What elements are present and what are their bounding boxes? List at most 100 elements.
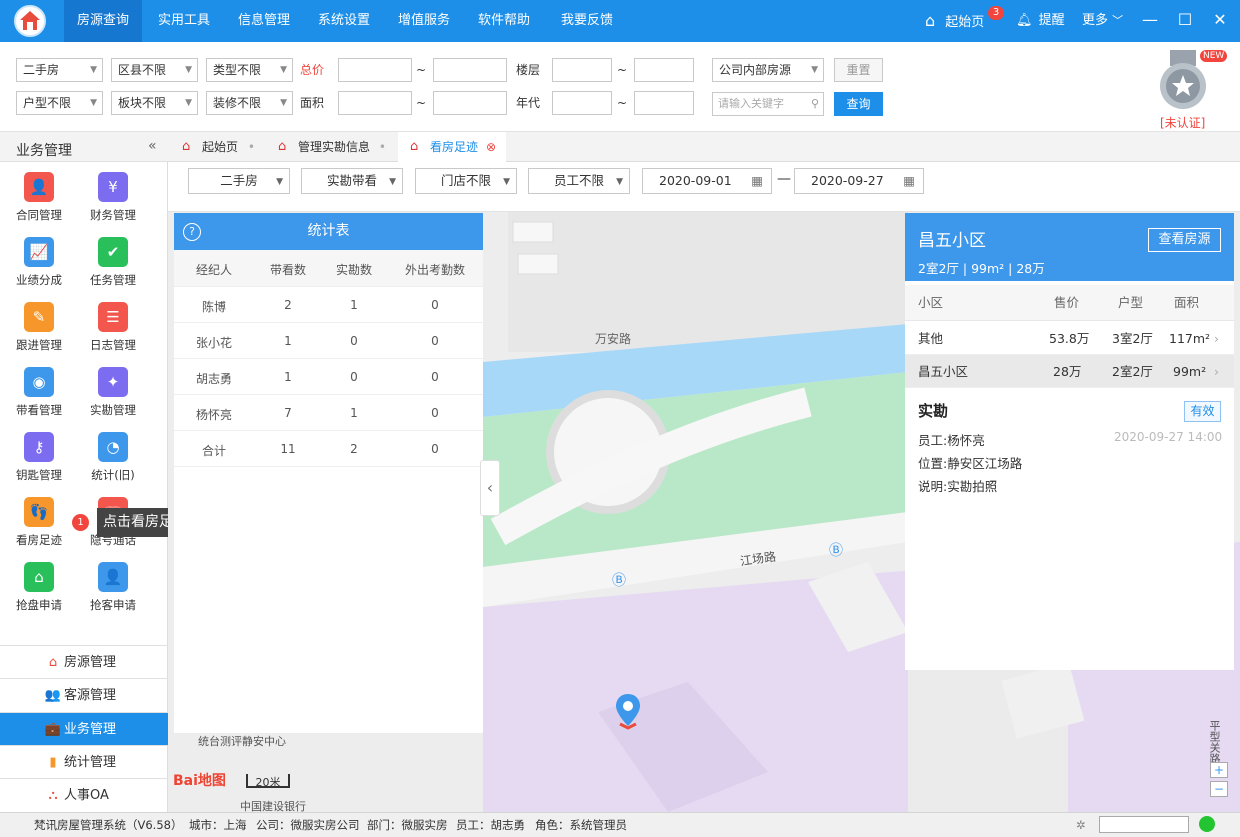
sidebar-collapse-icon[interactable]: « <box>148 138 157 154</box>
view-house-button[interactable]: 查看房源 <box>1148 228 1221 252</box>
district-value: 区县不限 <box>118 63 167 77</box>
sidebar-title: 业务管理 <box>16 143 72 159</box>
table-row[interactable]: 昌五小区 28万 2室2厅 99m² › <box>905 355 1234 388</box>
menu-tools[interactable]: 实用工具 <box>145 0 223 42</box>
key-icon: ⚷ <box>24 432 54 462</box>
help-icon[interactable]: ? <box>183 223 201 241</box>
tab-footprint[interactable]: ⌂ 看房足迹 ⊗ <box>398 132 506 162</box>
zoom-in-button[interactable]: + <box>1210 762 1228 778</box>
grab-client-icon: 👤 <box>98 562 128 592</box>
sidebar-item[interactable]: ☰ 日志管理 <box>78 302 148 367</box>
layout-select[interactable]: 户型不限 ▼ <box>16 91 103 115</box>
sidebar-item[interactable]: ✦ 实勘管理 <box>78 367 148 432</box>
tab-survey-info[interactable]: ⌂ 管理实勘信息 • <box>266 132 396 162</box>
menu-info[interactable]: 信息管理 <box>225 0 303 42</box>
sidebar-item[interactable]: ¥ 财务管理 <box>78 172 148 237</box>
map-pin-icon[interactable] <box>614 692 642 732</box>
tab-label: 管理实勘信息 <box>298 140 371 154</box>
module-label: 业务管理 <box>64 722 117 737</box>
status-input[interactable] <box>1099 816 1189 833</box>
menu-settings[interactable]: 系统设置 <box>305 0 383 42</box>
price-label: 总价 <box>300 63 325 77</box>
baidu-map-logo: Bai地图 <box>173 773 226 789</box>
stats-col-header: 实勘数 <box>335 263 372 277</box>
tab-home[interactable]: ⌂ 起始页 • <box>170 132 265 162</box>
module-business[interactable]: 💼 业务管理 <box>0 712 168 745</box>
row-price: 53.8万 <box>1049 331 1090 346</box>
sidebar-item[interactable]: ⌂ 抢盘申请 <box>4 562 74 627</box>
price-max-input[interactable] <box>433 58 507 82</box>
sidebar-item[interactable]: ✔ 任务管理 <box>78 237 148 302</box>
task-icon: ✔ <box>98 237 128 267</box>
sidebar-item-label: 带看管理 <box>16 403 62 417</box>
tab-close-icon[interactable]: ⊗ <box>486 132 496 162</box>
sidebar-item[interactable]: 👣 看房足迹 <box>4 497 74 562</box>
menu-house-search[interactable]: 房源查询 <box>64 0 142 42</box>
block-select[interactable]: 板块不限 ▼ <box>111 91 198 115</box>
module-house[interactable]: ⌂ 房源管理 <box>0 645 168 678</box>
detail-col-header: 小区 <box>918 295 944 310</box>
sub-mode-select[interactable]: 实勘带看 ▼ <box>301 168 403 194</box>
house-type-select[interactable]: 二手房 ▼ <box>16 58 103 82</box>
minimize-button[interactable]: — <box>1140 10 1160 30</box>
unverified-label: [未认证] <box>1160 116 1206 130</box>
keyword-input[interactable]: 请输入关键字 ⚲ <box>712 92 824 116</box>
sidebar-item[interactable]: ✎ 跟进管理 <box>4 302 74 367</box>
close-button[interactable]: ✕ <box>1210 10 1230 30</box>
sub-type-select[interactable]: 二手房 ▼ <box>188 168 290 194</box>
sidebar-item[interactable]: 👤 抢客申请 <box>78 562 148 627</box>
sidebar-item[interactable]: ⚷ 钥匙管理 <box>4 432 74 497</box>
table-cell: 0 <box>350 334 358 348</box>
menu-help[interactable]: 软件帮助 <box>465 0 543 42</box>
category-select[interactable]: 类型不限 ▼ <box>206 58 293 82</box>
module-hr-oa[interactable]: ⛬ 人事OA <box>0 778 168 812</box>
sidebar-item[interactable]: 📈 业绩分成 <box>4 237 74 302</box>
date-from-input[interactable]: 2020-09-01 ▦ <box>642 168 772 194</box>
range-tilde: ~ <box>617 96 628 110</box>
floor-min-input[interactable] <box>552 58 612 82</box>
menu-feedback[interactable]: 我要反馈 <box>547 0 627 42</box>
maximize-button[interactable]: ☐ <box>1175 10 1195 30</box>
date-to-input[interactable]: 2020-09-27 ▦ <box>794 168 924 194</box>
decoration-value: 装修不限 <box>213 96 262 110</box>
sidebar-item-label: 业绩分成 <box>16 273 62 287</box>
survey-icon: ✦ <box>98 367 128 397</box>
sidebar-item[interactable]: ◔ 统计(旧) <box>78 432 148 497</box>
calendar-icon[interactable]: ▦ <box>751 169 763 193</box>
tab-label: 看房足迹 <box>430 140 479 154</box>
more-button[interactable]: 更多 ﹀ <box>1082 0 1123 42</box>
staff-select[interactable]: 员工不限 ▼ <box>528 168 630 194</box>
bar-chart-icon: ▮ <box>49 755 57 770</box>
calendar-icon[interactable]: ▦ <box>903 169 915 193</box>
table-row[interactable]: 其他 53.8万 3室2厅 117m² › <box>905 322 1234 355</box>
area-max-input[interactable] <box>433 91 507 115</box>
home-link[interactable]: ⌂ 起始页 <box>925 0 984 42</box>
row-layout: 3室2厅 <box>1112 331 1153 346</box>
price-min-input[interactable] <box>338 58 412 82</box>
sidebar-item[interactable]: ◉ 带看管理 <box>4 367 74 432</box>
module-clients[interactable]: 👥 客源管理 <box>0 678 168 711</box>
row-layout: 2室2厅 <box>1112 364 1153 379</box>
area-min-input[interactable] <box>338 91 412 115</box>
sidebar-item[interactable]: 👤 合同管理 <box>4 172 74 237</box>
floor-max-input[interactable] <box>634 58 694 82</box>
menu-value-added[interactable]: 增值服务 <box>385 0 463 42</box>
decoration-select[interactable]: 装修不限 ▼ <box>206 91 293 115</box>
dropdown-arrow-icon: ▼ <box>185 98 192 108</box>
house-icon: ⌂ <box>278 139 287 154</box>
year-min-input[interactable] <box>552 91 612 115</box>
reset-button[interactable]: 重置 <box>834 58 883 82</box>
stats-title: 统计表 <box>174 213 483 250</box>
store-select[interactable]: 门店不限 ▼ <box>415 168 517 194</box>
module-statistics[interactable]: ▮ 统计管理 <box>0 745 168 778</box>
query-button[interactable]: 查询 <box>834 92 883 116</box>
survey-staff: 员工:杨怀亮 <box>918 433 985 448</box>
year-max-input[interactable] <box>634 91 694 115</box>
panel-collapse-handle[interactable]: ‹ <box>480 460 500 516</box>
status-bar: 梵讯房屋管理系统（V6.58） 城市：上海 公司：微服实房公司 部门：微服实房 … <box>0 812 1240 837</box>
zoom-out-button[interactable]: − <box>1210 781 1228 797</box>
source-select[interactable]: 公司内部房源 ▼ <box>712 58 824 82</box>
remind-button[interactable]: 🔔︎ 提醒 <box>1016 0 1065 42</box>
district-select[interactable]: 区县不限 ▼ <box>111 58 198 82</box>
sidebar-item-label: 跟进管理 <box>16 338 62 352</box>
